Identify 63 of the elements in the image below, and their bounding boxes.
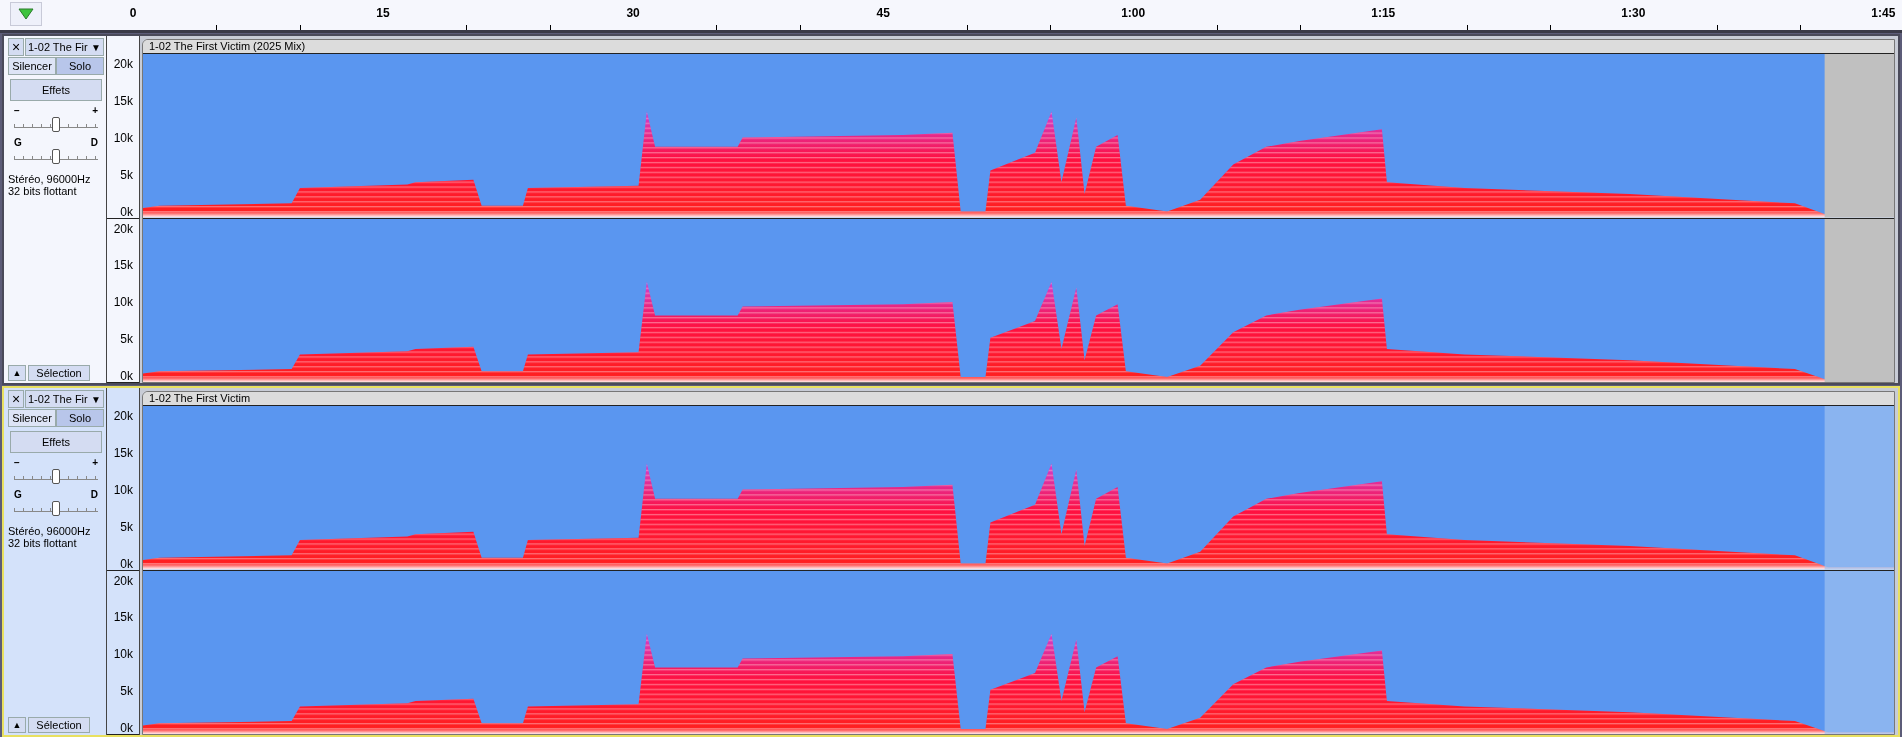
slider-min-label: −	[14, 457, 20, 469]
frequency-label: 20k	[113, 410, 133, 422]
clip-title[interactable]: 1-02 The First Victim	[143, 392, 1894, 405]
slider-max-label: +	[92, 105, 98, 117]
timeline-options-button[interactable]	[10, 2, 42, 26]
frequency-label: 20k	[113, 222, 133, 235]
close-button[interactable]: ×	[8, 390, 24, 408]
collapse-button[interactable]: ▲	[8, 365, 26, 381]
clip-title[interactable]: 1-02 The First Victim (2025 Mix)	[143, 40, 1894, 53]
time-label: 45	[876, 6, 890, 20]
slider-thumb[interactable]	[52, 117, 60, 132]
slider-thumb[interactable]	[52, 501, 60, 516]
effects-button[interactable]: Effets	[10, 431, 102, 453]
select-button[interactable]: Sélection	[28, 717, 90, 733]
frequency-label: 20k	[113, 574, 133, 587]
time-label: 1:30	[1621, 6, 1646, 20]
frequency-label: 0k	[120, 370, 133, 382]
slider-min-label: −	[14, 105, 20, 117]
effects-button[interactable]: Effets	[10, 79, 102, 101]
frequency-label: 10k	[113, 131, 133, 144]
slider-max-label: D	[90, 489, 98, 501]
frequency-label: 0k	[120, 722, 133, 734]
slider-thumb[interactable]	[52, 149, 60, 164]
track-name-menu[interactable]: 1-02 The Fir ▼	[25, 390, 104, 408]
timeline-ruler[interactable]: 0 15 30 45 1:00 1:15 1:30 1:45	[0, 0, 1902, 33]
frequency-label: 15k	[113, 259, 133, 272]
slider-min-label: G	[14, 137, 22, 149]
collapse-button[interactable]: ▲	[8, 717, 26, 733]
triangle-icon	[18, 8, 34, 20]
frequency-label: 15k	[113, 94, 133, 107]
frequency-label: 15k	[113, 446, 133, 459]
time-label: 1:15	[1371, 6, 1396, 20]
frequency-label: 10k	[113, 648, 133, 661]
select-button[interactable]: Sélection	[28, 365, 90, 381]
time-label: 15	[376, 6, 390, 20]
slider-max-label: D	[90, 137, 98, 149]
frequency-label: 5k	[120, 520, 133, 533]
time-label: 1:45	[1871, 6, 1896, 20]
mute-button[interactable]: Silencer	[8, 409, 56, 427]
time-label: 0	[129, 6, 137, 20]
frequency-label: 15k	[113, 611, 133, 624]
track-format-text: 32 bits flottant	[8, 537, 78, 549]
track-name-menu[interactable]: 1-02 The Fir ▼	[25, 38, 104, 56]
track-format-text: 32 bits flottant	[8, 185, 78, 197]
frequency-label: 10k	[113, 296, 133, 309]
solo-button[interactable]: Solo	[56, 57, 104, 75]
slider-min-label: G	[14, 489, 22, 501]
frequency-label: 20k	[113, 58, 133, 70]
track-format-text: Stéréo, 96000Hz	[8, 173, 92, 185]
frequency-label: 5k	[120, 168, 133, 181]
time-label: 1:00	[1121, 6, 1146, 20]
frequency-label: 0k	[120, 557, 133, 570]
solo-button[interactable]: Solo	[56, 409, 104, 427]
frequency-label: 0k	[120, 205, 133, 218]
time-label: 30	[626, 6, 640, 20]
track-format-text: Stéréo, 96000Hz	[8, 525, 92, 537]
frequency-label: 5k	[120, 685, 133, 698]
slider-thumb[interactable]	[52, 469, 60, 484]
frequency-label: 10k	[113, 483, 133, 496]
close-button[interactable]: ×	[8, 38, 24, 56]
mute-button[interactable]: Silencer	[8, 57, 56, 75]
frequency-label: 5k	[120, 333, 133, 346]
slider-max-label: +	[92, 457, 98, 469]
